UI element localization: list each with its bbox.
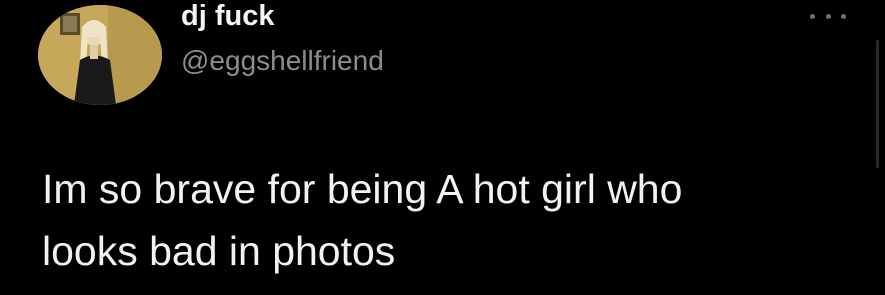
avatar[interactable] xyxy=(38,5,162,105)
more-options-icon[interactable] xyxy=(808,6,848,26)
handle[interactable]: @eggshellfriend xyxy=(181,45,384,77)
tweet-text: Im so brave for being A hot girl who loo… xyxy=(42,158,842,282)
display-name[interactable]: dj fuck xyxy=(181,0,274,33)
more-dot xyxy=(810,13,815,19)
scrollbar[interactable] xyxy=(876,40,879,168)
more-dot xyxy=(841,13,846,19)
tweet-line: looks bad in photos xyxy=(42,228,396,274)
tweet-line: Im so brave for being A hot girl who xyxy=(42,166,683,212)
more-dot xyxy=(825,13,831,19)
